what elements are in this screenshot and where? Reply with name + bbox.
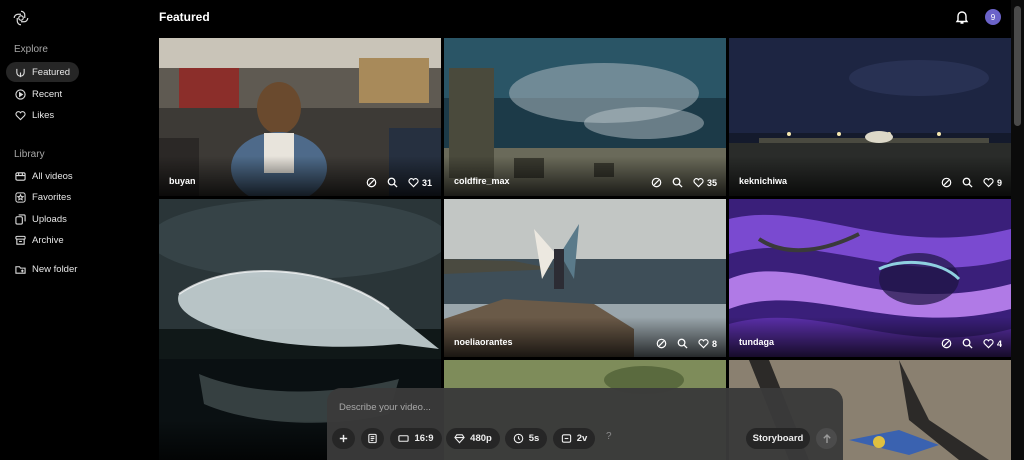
presets-button[interactable] [361,428,384,449]
like-count: 4 [996,338,1002,349]
notifications-bell-icon[interactable] [954,9,970,25]
like-count: 9 [996,177,1002,188]
remix-icon[interactable] [651,177,662,188]
search-icon[interactable] [962,338,973,349]
recent-icon [15,88,26,100]
variations-icon [561,434,571,443]
sidebar-item-featured[interactable]: Featured [6,62,79,82]
heart-icon [15,110,26,121]
sidebar-item-label: Recent [32,88,63,100]
sidebar-item-label: Featured [32,66,71,78]
sidebar-item-uploads[interactable]: Uploads [6,209,79,229]
uploads-icon [15,213,26,225]
storyboard-label: Storyboard [752,433,804,444]
storyboard-button[interactable]: Storyboard [746,428,810,449]
heart-icon [408,178,419,188]
sidebar-item-new-folder[interactable]: New folder [6,259,96,279]
video-username[interactable]: coldfire_max [454,176,510,186]
timer-icon [513,433,523,444]
like-button[interactable]: 9 [983,177,1002,188]
presets-icon [368,433,377,444]
like-button[interactable]: 31 [408,177,432,188]
like-button[interactable]: 4 [983,338,1002,349]
aspect-ratio-button[interactable]: 16:9 [390,428,442,449]
video-username[interactable]: buyan [169,176,196,186]
like-count: 31 [421,177,432,188]
resolution-button[interactable]: 480p [446,428,500,449]
scrollbar-thumb[interactable] [1014,6,1021,126]
search-icon[interactable] [962,177,973,188]
plus-icon [339,434,348,443]
heart-icon [698,339,709,349]
library-label: Library [14,149,45,160]
avatar[interactable]: 9 [985,9,1001,25]
sidebar: Explore Featured Recent Likes Library Al… [0,0,150,460]
search-icon[interactable] [672,177,683,188]
arrow-up-icon [822,433,831,443]
search-icon[interactable] [677,338,688,349]
sidebar-item-archive[interactable]: Archive [6,230,79,250]
aspect-ratio-value: 16:9 [414,433,434,444]
like-count: 8 [711,338,717,349]
sidebar-item-likes[interactable]: Likes [6,105,79,125]
heart-icon [983,178,994,188]
remix-icon[interactable] [941,338,952,349]
remix-icon[interactable] [941,177,952,188]
sidebar-item-all-videos[interactable]: All videos [6,166,79,186]
archive-icon [15,235,26,246]
remix-icon[interactable] [656,338,667,349]
like-count: 35 [706,177,717,188]
remix-icon[interactable] [366,177,377,188]
new-folder-icon [15,264,26,275]
like-button[interactable]: 35 [693,177,717,188]
sidebar-item-label: Archive [32,234,64,246]
video-card[interactable]: tundaga 4 [729,199,1011,357]
send-button[interactable] [816,428,837,449]
prompt-composer [327,388,843,460]
video-username[interactable]: keknichiwa [739,176,787,186]
prompt-input[interactable] [339,402,819,413]
star-icon [15,191,26,203]
video-card[interactable]: buyan 31 [159,38,441,196]
help-button[interactable]: ? [606,431,612,442]
video-card[interactable]: coldfire_max 35 [444,38,726,196]
video-username[interactable]: tundaga [739,337,774,347]
sidebar-item-label: Favorites [32,191,72,203]
videos-icon [15,171,26,182]
heart-icon [693,178,704,188]
diamond-icon [454,434,465,444]
duration-button[interactable]: 5s [505,428,547,449]
sidebar-item-recent[interactable]: Recent [6,84,79,104]
aspect-ratio-icon [398,435,410,442]
video-card[interactable]: noeliaorantes 8 [444,199,726,357]
sidebar-item-label: All videos [32,170,73,182]
sidebar-item-favorites[interactable]: Favorites [6,187,79,207]
explore-label: Explore [14,44,48,55]
sidebar-item-label: New folder [32,263,78,275]
like-button[interactable]: 8 [698,338,717,349]
variations-button[interactable]: 2v [553,428,595,449]
video-username[interactable]: noeliaorantes [454,337,513,347]
sidebar-item-label: Uploads [32,213,67,225]
page-title: Featured [159,10,210,24]
duration-value: 5s [528,433,540,444]
video-card[interactable]: keknichiwa 9 [729,38,1011,196]
logo-icon[interactable] [12,9,30,27]
variations-value: 2v [576,433,588,444]
featured-icon [15,67,26,78]
sidebar-item-label: Likes [32,109,55,121]
search-icon[interactable] [387,177,398,188]
resolution-value: 480p [470,433,492,444]
add-button[interactable] [332,428,355,449]
heart-icon [983,339,994,349]
